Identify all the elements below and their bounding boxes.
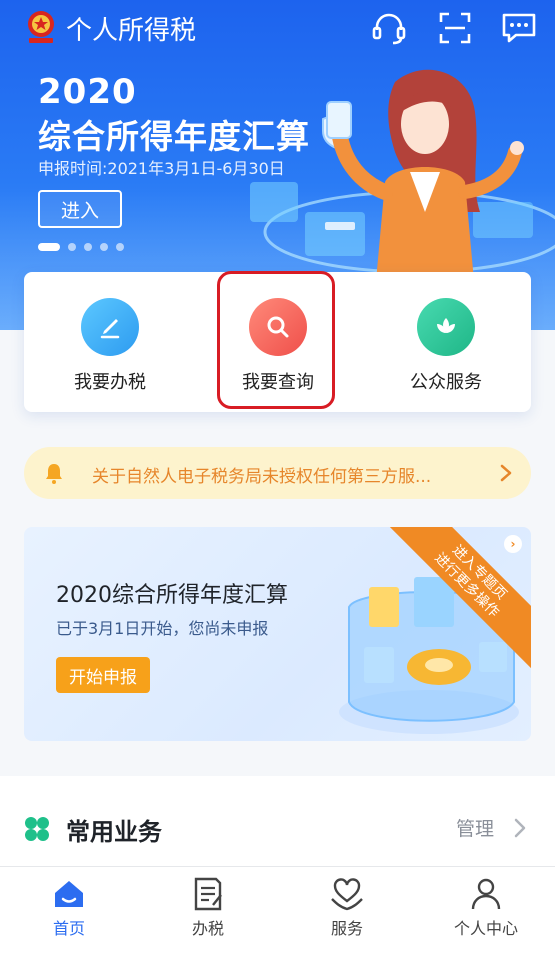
nav-profile[interactable]: 个人中心 (417, 867, 555, 959)
carousel-dots[interactable] (38, 243, 124, 251)
carousel-dot-active[interactable] (38, 243, 60, 251)
nav-label: 首页 (52, 919, 85, 938)
nav-label: 个人中心 (453, 919, 518, 938)
highlight-annotation (217, 271, 335, 409)
nav-label: 服务 (330, 919, 363, 938)
nav-service[interactable]: 服务 (278, 867, 416, 959)
start-filing-button[interactable]: 开始申报 (56, 657, 150, 693)
headset-icon[interactable] (369, 8, 409, 48)
quick-action-handle-tax[interactable]: 我要办税 (30, 272, 190, 412)
app-title: 个人所得税 (66, 16, 197, 46)
promo-card[interactable]: 2020综合所得年度汇算 已于3月1日开始，您尚未申报 开始申报 进入专题页 进… (24, 527, 531, 741)
lotus-icon (417, 298, 475, 356)
tax-emblem-icon (28, 11, 54, 43)
promo-subtitle: 已于3月1日开始，您尚未申报 (56, 619, 269, 638)
carousel-dot[interactable] (100, 243, 108, 251)
common-services-section: 常用业务 管理 (0, 776, 555, 872)
scan-icon[interactable] (435, 8, 475, 48)
notice-bar[interactable]: 关于自然人电子税务局未授权任何第三方服... (24, 447, 531, 499)
nav-label: 办税 (191, 919, 224, 938)
document-icon (194, 877, 222, 911)
top-bar: 个人所得税 (0, 0, 555, 56)
section-title: 常用业务 (66, 818, 162, 846)
clover-icon (25, 817, 49, 841)
chevron-right-icon[interactable] (514, 818, 526, 838)
quick-action-label: 公众服务 (410, 372, 482, 393)
pen-icon (81, 298, 139, 356)
person-icon (471, 878, 501, 910)
nav-tax[interactable]: 办税 (139, 867, 277, 959)
chevron-right-icon (500, 464, 512, 482)
quick-action-public-service[interactable]: 公众服务 (366, 272, 526, 412)
heart-hands-icon (331, 878, 363, 911)
carousel-dot[interactable] (84, 243, 92, 251)
quick-action-label: 我要办税 (74, 372, 146, 393)
home-icon (55, 881, 83, 907)
promo-title: 2020综合所得年度汇算 (56, 583, 288, 608)
nav-home[interactable]: 首页 (0, 867, 138, 959)
banner-year: 2020 (38, 72, 137, 112)
enter-button[interactable]: 进入 (38, 190, 122, 228)
chevron-right-icon: › (504, 535, 522, 553)
manage-button[interactable]: 管理 (456, 814, 494, 841)
notice-text: 关于自然人电子税务局未授权任何第三方服... (92, 467, 432, 487)
message-icon[interactable] (499, 8, 539, 48)
carousel-dot[interactable] (116, 243, 124, 251)
carousel-dot[interactable] (68, 243, 76, 251)
bell-icon (46, 464, 62, 484)
bottom-nav: 首页 办税 服务 个人中心 (0, 866, 555, 959)
